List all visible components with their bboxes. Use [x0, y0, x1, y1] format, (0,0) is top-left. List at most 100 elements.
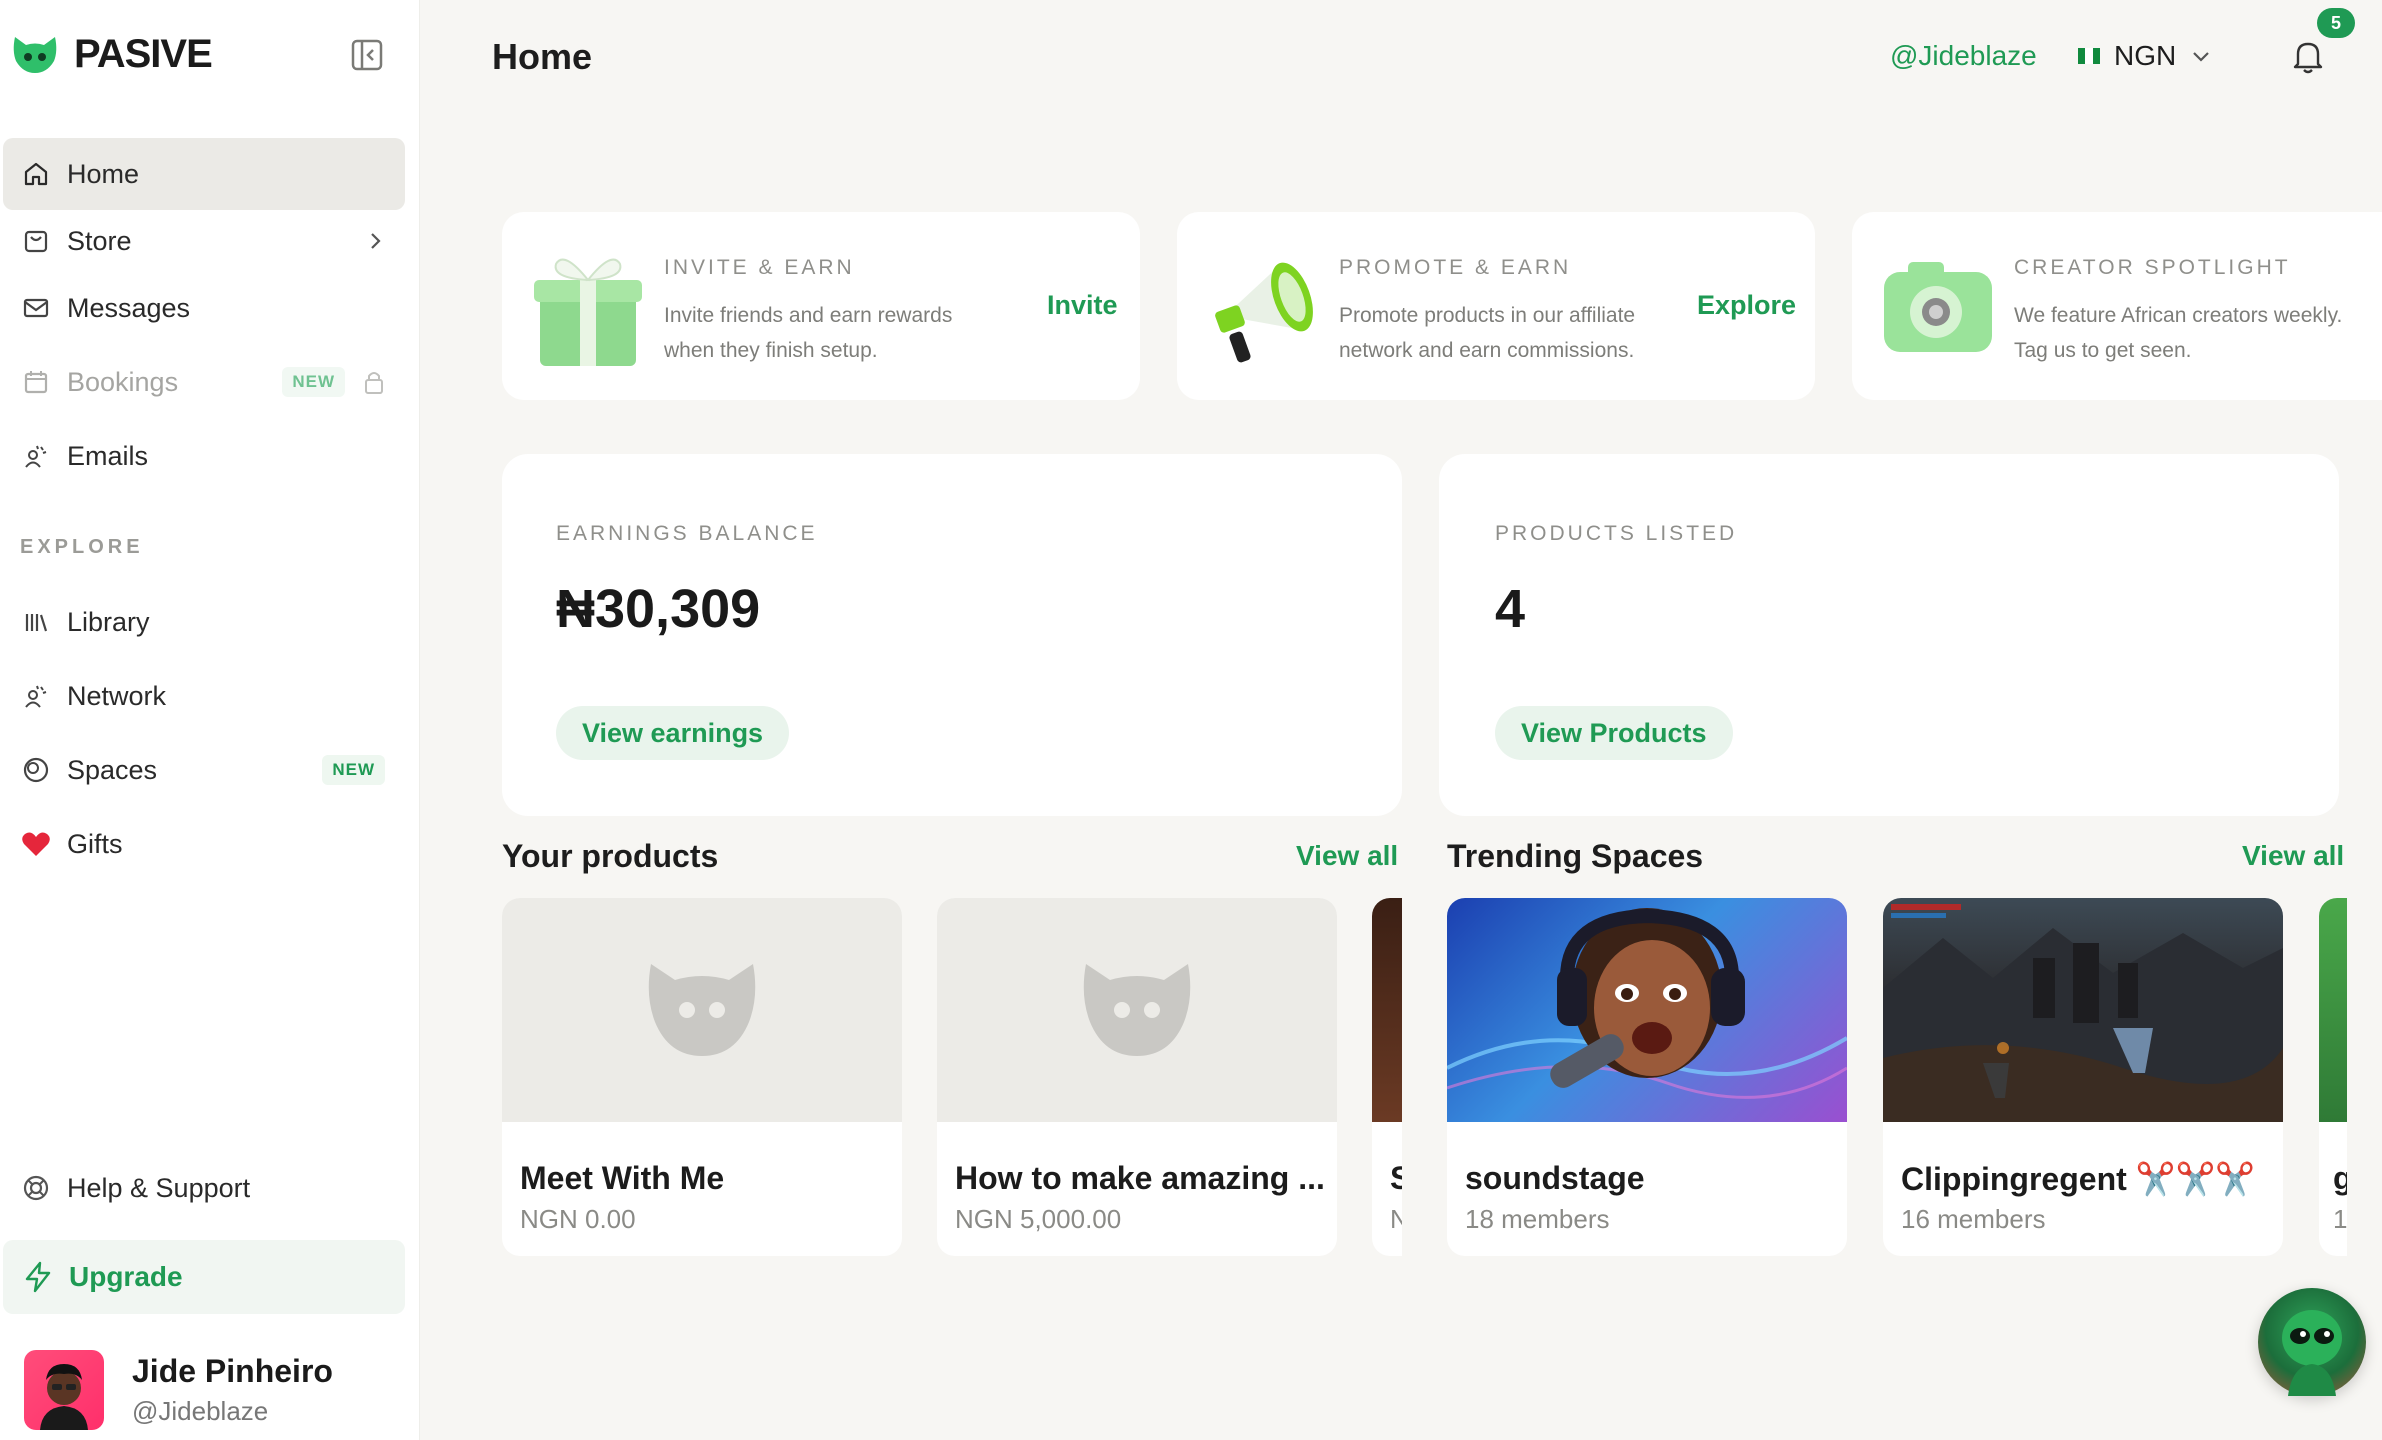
lifebuoy-icon — [21, 1173, 51, 1203]
lock-icon — [365, 372, 383, 394]
sidebar: PASIVE Home Store Messages Bookings NEW — [0, 0, 420, 1440]
sidebar-item-home[interactable]: Home — [3, 138, 405, 210]
lightning-icon — [23, 1261, 53, 1293]
space-name: Clippingregent ✂️✂️✂️ — [1901, 1161, 2256, 1197]
product-card[interactable]: How to make amazing ... NGN 5,000.00 — [937, 898, 1337, 1256]
mail-icon — [21, 293, 51, 323]
chevron-right-icon — [371, 233, 381, 249]
sidebar-item-label: Home — [67, 158, 140, 189]
brand-logo[interactable]: PASIVE — [12, 32, 213, 77]
sidebar-item-spaces[interactable]: Spaces NEW — [3, 734, 405, 806]
spaces-view-all-link[interactable]: View all — [2242, 840, 2344, 872]
help-support-link[interactable]: Help & Support — [3, 1152, 405, 1224]
help-support-label: Help & Support — [67, 1172, 251, 1203]
promo-description: Promote products in our affiliate networ… — [1339, 304, 1636, 362]
chevron-down-icon — [2193, 52, 2210, 62]
your-products-title: Your products — [502, 838, 719, 874]
sidebar-item-label: Bookings — [67, 366, 179, 397]
singer-illustration — [1447, 908, 1847, 1099]
sidebar-item-gifts[interactable]: Gifts — [3, 808, 405, 880]
sidebar-item-library[interactable]: Library — [3, 586, 405, 658]
space-members: 16 members — [1901, 1204, 2046, 1234]
product-thumbnail — [937, 898, 1337, 1122]
upgrade-button[interactable]: Upgrade — [3, 1240, 405, 1314]
sidebar-item-messages[interactable]: Messages — [3, 272, 405, 344]
network-icon — [21, 681, 51, 711]
product-card-partial[interactable]: S N — [1372, 898, 1402, 1256]
collapse-sidebar-icon[interactable] — [350, 38, 384, 72]
earnings-balance-card: EARNINGS BALANCE ₦30,309 View earnings — [502, 454, 1402, 816]
space-members: 1 — [2333, 1204, 2347, 1234]
alien-avatar-icon — [2282, 1310, 2342, 1396]
space-thumbnail — [2319, 898, 2347, 1122]
product-thumbnail — [1372, 898, 1402, 1122]
promo-kicker: CREATOR SPOTLIGHT — [2014, 256, 2291, 279]
profile-handle-link[interactable]: @Jideblaze — [1890, 40, 2037, 72]
nigeria-flag-icon — [2078, 48, 2100, 64]
view-products-button[interactable]: View Products — [1495, 706, 1733, 760]
products-label: PRODUCTS LISTED — [1495, 522, 1738, 545]
sidebar-item-store[interactable]: Store — [3, 205, 405, 277]
space-card[interactable]: soundstage 18 members — [1447, 898, 1847, 1256]
space-members: 18 members — [1465, 1204, 1610, 1234]
sidebar-item-emails[interactable]: Emails — [3, 420, 405, 492]
space-thumbnail — [1447, 898, 1847, 1122]
space-thumbnail — [1883, 898, 2283, 1122]
product-price: NGN 5,000.00 — [955, 1204, 1122, 1234]
assistant-avatar-button[interactable] — [2258, 1288, 2366, 1396]
promote-earn-card: PROMOTE & EARN Promote products in our a… — [1177, 212, 1815, 400]
products-value: 4 — [1495, 579, 1526, 639]
promo-description: We feature African creators weekly. Tag … — [2014, 304, 2343, 362]
notification-count-badge: 5 — [2317, 8, 2355, 38]
product-card[interactable]: Meet With Me NGN 0.00 — [502, 898, 902, 1256]
currency-selector[interactable]: NGN — [2078, 40, 2212, 72]
user-handle: @Jideblaze — [132, 1396, 269, 1426]
spaces-icon — [21, 755, 51, 785]
product-name: How to make amazing ... — [955, 1160, 1325, 1196]
game-scene-illustration — [1883, 904, 2283, 1122]
promo-kicker: INVITE & EARN — [664, 256, 855, 279]
space-card[interactable]: Clippingregent ✂️✂️✂️ 16 members — [1883, 898, 2283, 1256]
view-earnings-button[interactable]: View earnings — [556, 706, 790, 760]
sidebar-item-label: Network — [67, 680, 167, 711]
space-name: g — [2333, 1160, 2347, 1196]
user-name: Jide Pinheiro — [132, 1353, 333, 1389]
new-badge: NEW — [282, 367, 345, 397]
products-view-all-link[interactable]: View all — [1296, 840, 1398, 872]
explore-button[interactable]: Explore — [1697, 290, 1796, 321]
gift-icon — [534, 258, 642, 366]
sidebar-item-bookings[interactable]: Bookings NEW — [3, 346, 405, 418]
space-card-partial[interactable]: g 1 — [2319, 898, 2347, 1256]
promo-kicker: PROMOTE & EARN — [1339, 256, 1572, 279]
store-icon — [21, 226, 51, 256]
emails-icon — [21, 441, 51, 471]
explore-section-label: EXPLORE — [20, 536, 144, 558]
product-price: N — [1390, 1204, 1402, 1234]
brand-name: PASIVE — [74, 32, 213, 76]
invite-button[interactable]: Invite — [1047, 290, 1118, 321]
sidebar-item-label: Store — [67, 225, 132, 256]
space-name: soundstage — [1465, 1160, 1645, 1196]
cat-placeholder-icon — [648, 964, 756, 1056]
currency-value: NGN — [2114, 40, 2177, 71]
home-icon — [21, 159, 51, 189]
cat-placeholder-icon — [1083, 964, 1191, 1056]
sidebar-item-label: Spaces — [67, 754, 158, 785]
sidebar-item-network[interactable]: Network — [3, 660, 405, 732]
upgrade-label: Upgrade — [69, 1261, 183, 1292]
sidebar-item-label: Gifts — [67, 828, 123, 859]
trending-spaces-title: Trending Spaces — [1447, 838, 1704, 874]
bell-icon[interactable] — [2288, 36, 2328, 76]
product-price: NGN 0.00 — [520, 1204, 636, 1234]
sidebar-item-label: Library — [67, 606, 150, 637]
avatar — [24, 1350, 104, 1430]
camera-icon — [1884, 262, 1992, 352]
promo-description: Invite friends and earn rewards when the… — [664, 304, 953, 362]
earnings-label: EARNINGS BALANCE — [556, 522, 818, 545]
sidebar-item-label: Messages — [67, 292, 191, 323]
sidebar-item-label: Emails — [67, 440, 149, 471]
heart-icon — [21, 829, 51, 859]
earnings-value: ₦30,309 — [556, 579, 761, 639]
megaphone-icon — [1215, 262, 1313, 363]
user-profile[interactable]: Jide Pinheiro @Jideblaze — [24, 1350, 333, 1430]
